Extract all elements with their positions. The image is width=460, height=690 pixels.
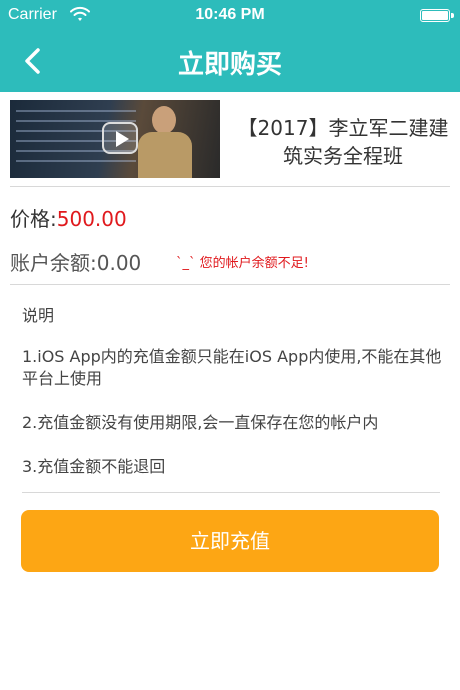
- recharge-button[interactable]: 立即充值: [21, 510, 439, 572]
- course-card[interactable]: 【2017】李立军二建建筑实务全程班: [10, 100, 450, 186]
- divider: [10, 186, 450, 187]
- note-item: 1.iOS App内的充值金额只能在iOS App内使用,不能在其他平台上使用: [22, 347, 442, 388]
- play-icon[interactable]: [102, 122, 138, 154]
- price-label: 价格:: [10, 207, 57, 231]
- balance-label: 账户余额:: [10, 251, 97, 275]
- description-title: 说明: [22, 306, 55, 325]
- balance-value: 0.00: [96, 251, 142, 275]
- lecturer-head: [152, 106, 176, 134]
- price-row: 价格:500.00: [10, 203, 127, 232]
- course-thumbnail[interactable]: [10, 100, 220, 178]
- note-item: 3.充值金额不能退回: [22, 457, 166, 476]
- status-time: 10:46 PM: [195, 6, 265, 23]
- battery-icon: [420, 9, 454, 22]
- page-title: 立即购买: [177, 50, 282, 80]
- course-title: 【2017】李立军二建建筑实务全程班: [237, 116, 449, 168]
- price-value: 500.00: [56, 207, 127, 231]
- status-bar: Carrier 10:46 PM: [0, 0, 460, 30]
- nav-bar: 立即购买: [0, 30, 460, 92]
- insufficient-balance-warning: `_` 您的帐户余额不足!: [176, 256, 309, 271]
- balance-row: 账户余额:0.00: [10, 247, 141, 276]
- divider: [22, 492, 440, 493]
- divider: [10, 284, 450, 285]
- lecturer-body: [138, 132, 192, 178]
- note-item: 2.充值金额没有使用期限,会一直保存在您的帐户内: [22, 413, 379, 432]
